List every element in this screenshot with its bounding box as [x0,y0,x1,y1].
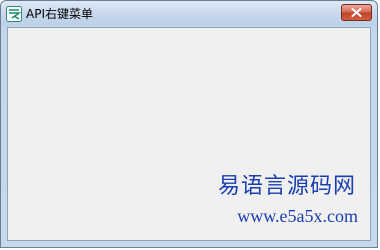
app-logo-icon[interactable] [6,6,22,22]
title-bar[interactable]: API右键菜单 [1,1,377,28]
watermark-name: 易语言源码网 [217,174,356,199]
window-title: API右键菜单 [26,7,93,21]
close-button[interactable] [341,4,372,21]
watermark-url: www.e5a5x.com [237,206,358,226]
close-icon [351,8,362,17]
